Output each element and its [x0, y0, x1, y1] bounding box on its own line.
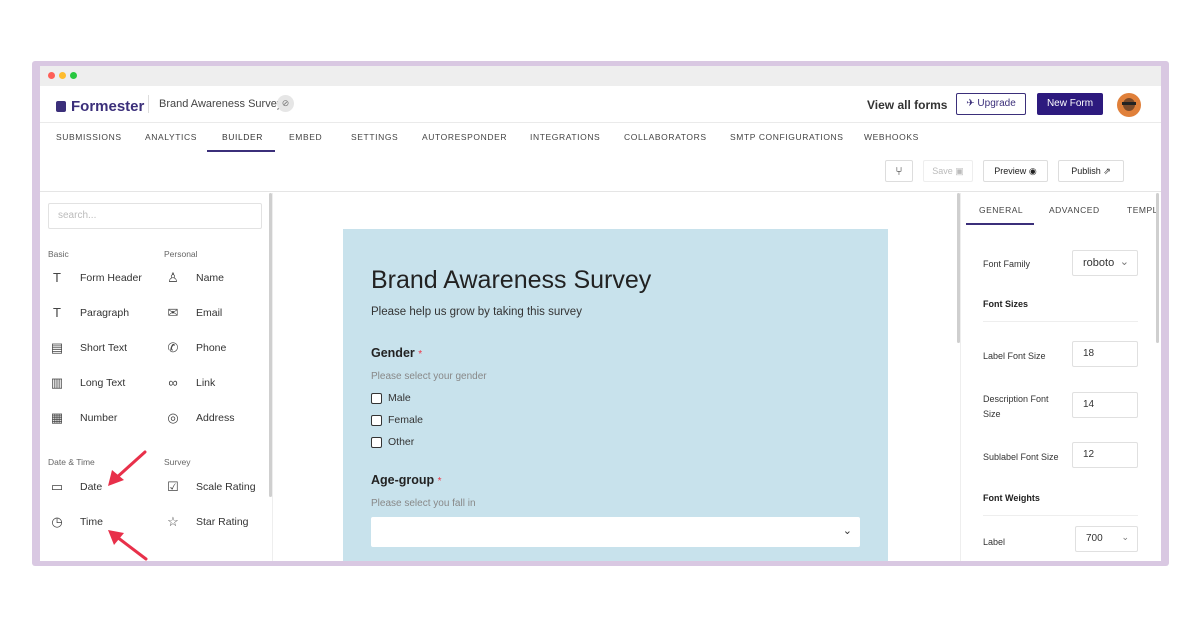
- arrow-to-date: [108, 450, 147, 486]
- arrow-to-time: [108, 530, 148, 561]
- annotation-arrows: [108, 450, 148, 561]
